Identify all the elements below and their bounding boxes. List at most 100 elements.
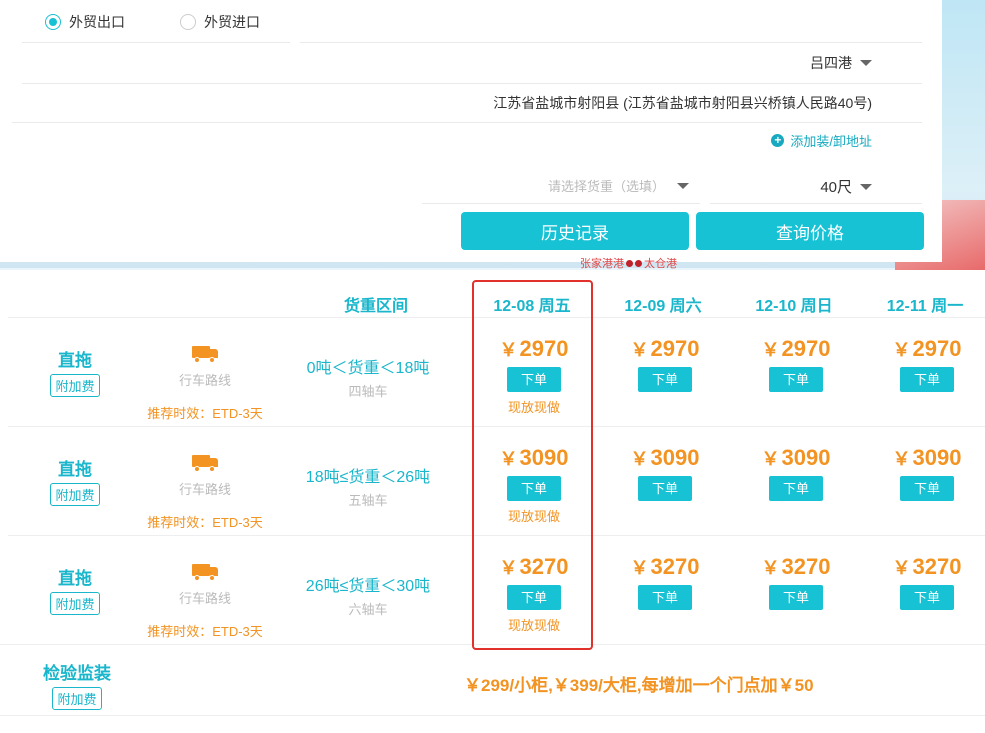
transport-type-cell: 直拖 附加费 — [20, 455, 130, 506]
currency-symbol: ￥ — [630, 558, 649, 578]
transport-type: 直拖 — [58, 460, 92, 479]
order-button[interactable]: 下单 — [900, 476, 954, 501]
currency-symbol: ￥ — [892, 449, 911, 469]
radio-checked-icon — [45, 14, 61, 30]
weight-range-cell: 26吨≤货重＜30吨 六轴车 — [288, 572, 448, 618]
order-button[interactable]: 下单 — [769, 367, 823, 392]
plus-circle-icon: + — [771, 134, 785, 147]
route-link[interactable]: 行车路线 — [135, 370, 275, 389]
order-button[interactable]: 下单 — [900, 585, 954, 610]
price-cell: ￥2970 下单 — [865, 336, 985, 392]
surcharge-tag[interactable]: 附加费 — [50, 374, 100, 397]
container-size-select[interactable]: 40尺 — [820, 176, 872, 197]
price-cell: ￥3090 下单 — [865, 445, 985, 501]
add-address-label: 添加装/卸地址 — [790, 134, 872, 149]
weight-placeholder: 请选择货重（选填） — [548, 179, 666, 194]
map-dot-icon — [626, 259, 633, 267]
eta-text: 推荐时效：ETD-3天 — [147, 515, 263, 530]
price-value: ￥3090 — [630, 445, 700, 470]
currency-symbol: ￥ — [761, 449, 780, 469]
weight-select[interactable]: 请选择货重（选填） — [548, 176, 690, 195]
price-value: ￥3090 — [761, 445, 831, 470]
price-value: ￥2970 — [892, 336, 962, 361]
divider — [22, 42, 290, 43]
header-weight-range: 货重区间 — [343, 298, 408, 315]
query-price-button[interactable]: 查询价格 — [696, 212, 924, 250]
currency-symbol: ￥ — [892, 340, 911, 360]
inspection-type-cell: 检验监装 附加费 — [17, 659, 137, 710]
divider — [710, 203, 922, 204]
surcharge-tag[interactable]: 附加费 — [52, 687, 102, 710]
route-cell: 行车路线 推荐时效：ETD-3天 — [135, 455, 275, 531]
surcharge-tag[interactable]: 附加费 — [50, 483, 100, 506]
price-cell: ￥3270 下单 — [734, 554, 858, 610]
order-button[interactable]: 下单 — [638, 367, 692, 392]
inspection-fee-note: ￥299/小柜,￥399/大柜,每增加一个门点加￥50 — [464, 676, 814, 695]
header-date: 12-10 周日 — [755, 298, 833, 315]
port-value: 吕四港 — [810, 55, 852, 71]
price-cell: ￥3090 下单 — [603, 445, 727, 501]
route-link[interactable]: 行车路线 — [135, 479, 275, 498]
truck-icon[interactable] — [192, 455, 218, 472]
order-button[interactable]: 下单 — [769, 585, 823, 610]
weight-range: 18吨≤货重＜26吨 — [305, 469, 431, 486]
address-field[interactable]: 江苏省盐城市射阳县 (江苏省盐城市射阳县兴桥镇人民路40号) — [493, 93, 872, 113]
truck-icon[interactable] — [192, 564, 218, 581]
currency-symbol: ￥ — [761, 558, 780, 578]
container-value: 40尺 — [820, 179, 852, 196]
price-value: ￥3270 — [892, 554, 962, 579]
radio-unchecked-icon — [180, 14, 196, 30]
port-select[interactable]: 吕四港 — [810, 53, 872, 73]
currency-symbol: ￥ — [630, 449, 649, 469]
price-cell: ￥3090 下单 — [734, 445, 858, 501]
price-value: ￥2970 — [761, 336, 831, 361]
transport-type: 直拖 — [58, 569, 92, 588]
route-cell: 行车路线 推荐时效：ETD-3天 — [135, 564, 275, 640]
order-button[interactable]: 下单 — [900, 367, 954, 392]
transport-type: 直拖 — [58, 351, 92, 370]
currency-symbol: ￥ — [761, 340, 780, 360]
axle-type: 四轴车 — [348, 384, 388, 399]
surcharge-tag[interactable]: 附加费 — [50, 592, 100, 615]
axle-type: 五轴车 — [348, 493, 388, 508]
add-address-link[interactable]: + 添加装/卸地址 — [771, 131, 872, 150]
divider — [300, 42, 922, 43]
inspection-type: 检验监装 — [43, 664, 111, 683]
eta-text: 推荐时效：ETD-3天 — [147, 406, 263, 421]
order-button[interactable]: 下单 — [638, 585, 692, 610]
currency-symbol: ￥ — [892, 558, 911, 578]
chevron-down-icon — [860, 60, 872, 66]
route-cell: 行车路线 推荐时效：ETD-3天 — [135, 346, 275, 422]
radio-import[interactable]: 外贸进口 — [180, 12, 260, 32]
price-cell: ￥2970 下单 — [734, 336, 858, 392]
price-cell: ￥3270 下单 — [865, 554, 985, 610]
header-date: 12-09 周六 — [624, 298, 702, 315]
price-value: ￥3090 — [892, 445, 962, 470]
radio-export[interactable]: 外贸出口 — [45, 12, 125, 32]
inspection-row: 检验监装 附加费 ￥299/小柜,￥399/大柜,每增加一个门点加￥50 — [0, 644, 985, 716]
order-button[interactable]: 下单 — [769, 476, 823, 501]
eta-text: 推荐时效：ETD-3天 — [147, 624, 263, 639]
history-button[interactable]: 历史记录 — [461, 212, 689, 250]
divider — [422, 203, 700, 204]
query-form: 外贸出口 外贸进口 吕四港 江苏省盐城市射阳县 (江苏省盐城市射阳县兴桥镇人民路… — [0, 0, 942, 262]
price-value: ￥3270 — [761, 554, 831, 579]
radio-import-label: 外贸进口 — [204, 14, 260, 30]
selected-date-highlight — [472, 280, 593, 650]
truck-icon[interactable] — [192, 346, 218, 363]
map-label-taicang: 太仓港 — [644, 258, 677, 270]
price-value: ￥3270 — [630, 554, 700, 579]
price-value: ￥2970 — [630, 336, 700, 361]
map-label-zhangjiagang: 张家港港 — [580, 258, 624, 270]
divider — [12, 122, 922, 123]
axle-type: 六轴车 — [348, 602, 388, 617]
currency-symbol: ￥ — [630, 340, 649, 360]
price-cell: ￥2970 下单 — [603, 336, 727, 392]
divider — [22, 83, 922, 84]
order-button[interactable]: 下单 — [638, 476, 692, 501]
route-link[interactable]: 行车路线 — [135, 588, 275, 607]
transport-type-cell: 直拖 附加费 — [20, 564, 130, 615]
map-dot-icon — [635, 259, 642, 267]
price-cell: ￥3270 下单 — [603, 554, 727, 610]
map-port-labels: 张家港港 太仓港 — [580, 255, 677, 271]
